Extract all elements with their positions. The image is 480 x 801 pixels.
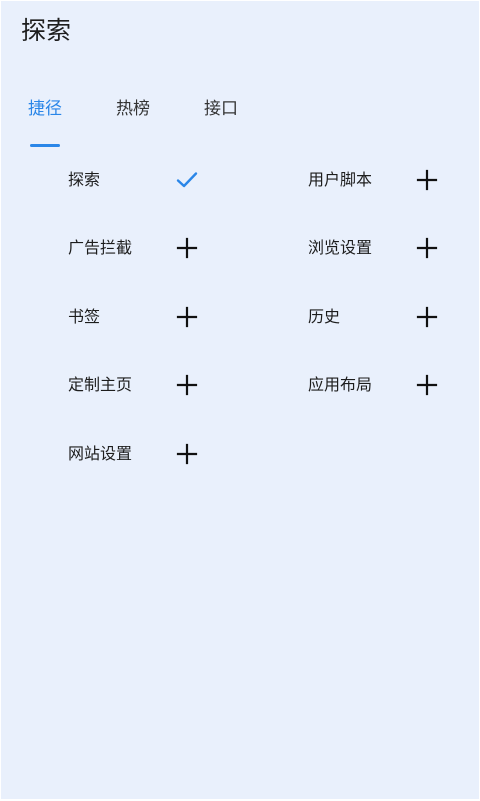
page-title: 探索 xyxy=(21,16,72,45)
tab-interface[interactable]: 接口 xyxy=(204,93,238,125)
plus-icon[interactable] xyxy=(174,372,200,398)
plus-icon[interactable] xyxy=(414,372,440,398)
plus-icon[interactable] xyxy=(414,304,440,330)
shortcut-item-user-scripts[interactable]: 用户脚本 xyxy=(308,149,479,209)
shortcut-item-custom-homepage[interactable]: 定制主页 xyxy=(68,354,268,414)
tab-bar: 捷径 热榜 接口 xyxy=(1,93,479,153)
plus-icon[interactable] xyxy=(414,235,440,261)
shortcut-item-bookmarks[interactable]: 书签 xyxy=(68,286,268,346)
shortcut-item-app-layout[interactable]: 应用布局 xyxy=(308,354,479,414)
shortcut-label: 探索 xyxy=(68,170,101,189)
shortcut-label: 广告拦截 xyxy=(68,238,133,257)
shortcut-label: 书签 xyxy=(68,307,101,326)
shortcut-label: 应用布局 xyxy=(308,375,373,394)
shortcut-label: 网站设置 xyxy=(68,444,133,463)
check-icon[interactable] xyxy=(174,167,200,193)
active-tab-indicator xyxy=(30,144,60,147)
shortcut-label: 定制主页 xyxy=(68,375,133,394)
plus-icon[interactable] xyxy=(174,304,200,330)
shortcut-item-browse-settings[interactable]: 浏览设置 xyxy=(308,217,479,277)
shortcut-label: 浏览设置 xyxy=(308,238,373,257)
shortcut-item-explore[interactable]: 探索 xyxy=(68,149,268,209)
plus-icon[interactable] xyxy=(174,235,200,261)
shortcut-item-history[interactable]: 历史 xyxy=(308,286,479,346)
explore-screen: 探索 捷径 热榜 接口 探索 用户脚本 广告拦截 浏览设置 书签 历史 定制主页… xyxy=(1,1,479,799)
shortcut-item-ad-block[interactable]: 广告拦截 xyxy=(68,217,268,277)
tab-shortcuts[interactable]: 捷径 xyxy=(28,93,62,125)
plus-icon[interactable] xyxy=(174,441,200,467)
shortcut-label: 历史 xyxy=(308,307,341,326)
shortcut-label: 用户脚本 xyxy=(308,170,373,189)
shortcut-item-site-settings[interactable]: 网站设置 xyxy=(68,423,268,483)
tab-hot-list[interactable]: 热榜 xyxy=(116,93,150,125)
plus-icon[interactable] xyxy=(414,167,440,193)
